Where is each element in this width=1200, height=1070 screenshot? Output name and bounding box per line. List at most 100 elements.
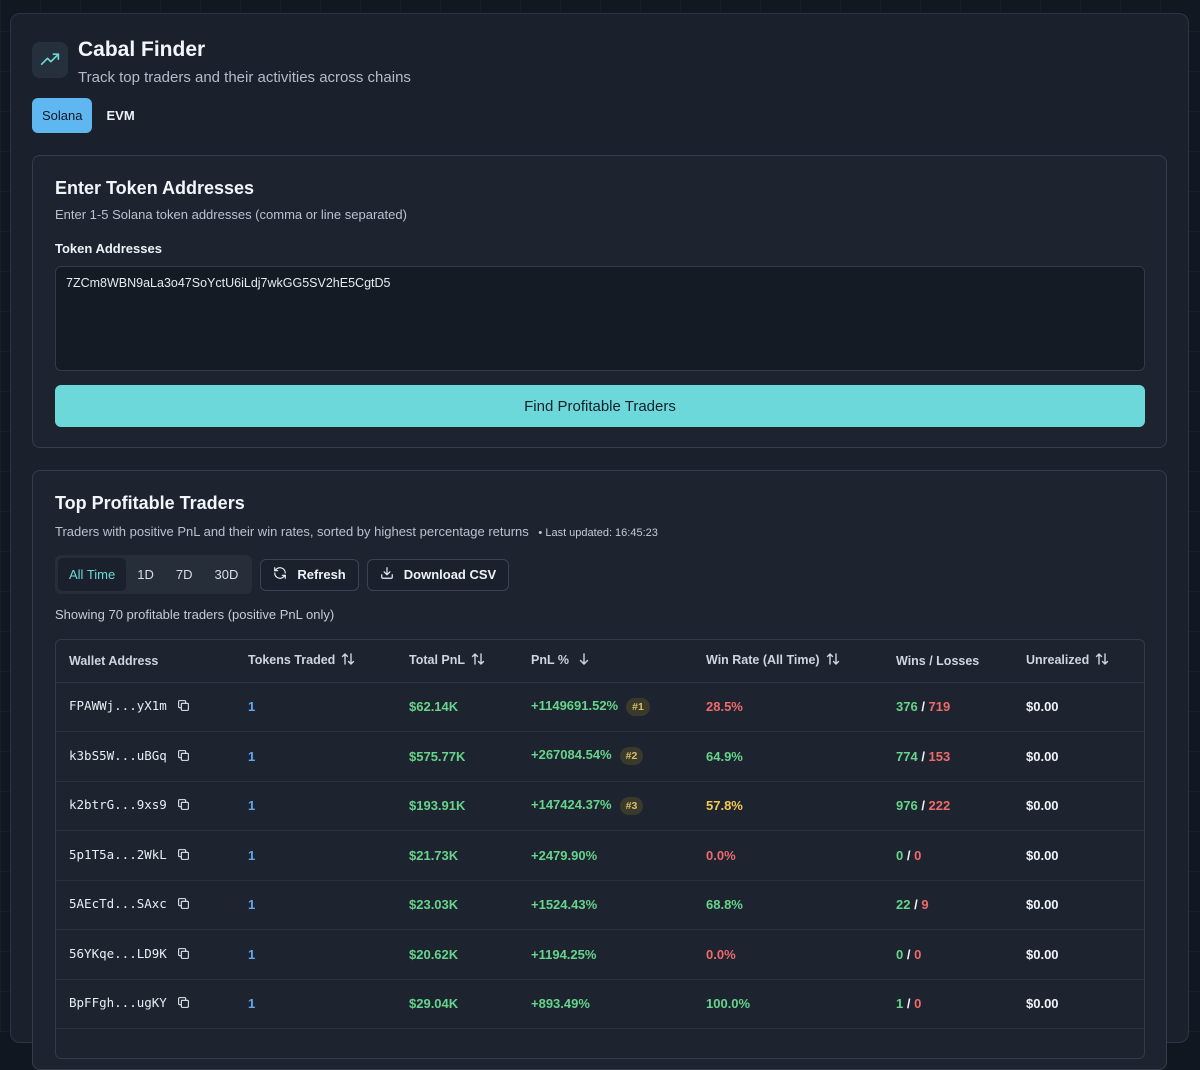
- win-rate: 0.0%: [706, 847, 736, 863]
- tokens-traded[interactable]: 1: [248, 798, 255, 813]
- copy-icon[interactable]: [177, 848, 190, 864]
- wallet-cell: k3bS5W...uBGq: [56, 732, 235, 782]
- token-addresses-label: Token Addresses: [55, 241, 162, 256]
- copy-icon[interactable]: [177, 699, 190, 715]
- copy-icon[interactable]: [177, 947, 190, 963]
- table-row[interactable]: 5p1T5a...2WkL 1 $21.73K +2479.90% 0.0% 0 / 0 $…: [56, 831, 1144, 881]
- input-card-title: Enter Token Addresses: [55, 178, 255, 198]
- unrealized-cell: $0.00: [1013, 781, 1144, 831]
- wallet-address[interactable]: FPAWWj...yX1m: [69, 698, 167, 713]
- unrealized-cell: $0.00: [1013, 979, 1144, 1029]
- unrealized-value: $0.00: [1026, 798, 1059, 814]
- period-tab-30d[interactable]: 30D: [203, 558, 249, 591]
- wallet-address[interactable]: k2btrG...9xs9: [69, 797, 167, 812]
- wallet-address[interactable]: BpFFgh...ugKY: [69, 995, 167, 1010]
- total-pnl: $20.62K: [409, 946, 459, 962]
- table-row[interactable]: k2btrG...9xs9 1 $193.91K +147424.37% #3 57.8%…: [56, 781, 1144, 831]
- wallet-address[interactable]: 5AEcTd...SAxc: [69, 896, 167, 911]
- copy-icon[interactable]: [177, 897, 190, 913]
- pnl-pct-cell: +2479.90%: [518, 831, 693, 881]
- wins-count: 774: [896, 748, 918, 764]
- copy-icon[interactable]: [177, 749, 190, 765]
- column-header-unrealized[interactable]: Unrealized: [1013, 640, 1144, 683]
- win-rate: 0.0%: [706, 946, 736, 962]
- copy-icon[interactable]: [177, 996, 190, 1012]
- refresh-button[interactable]: Refresh: [260, 558, 359, 591]
- unrealized-value: $0.00: [1026, 946, 1059, 962]
- tokens-traded[interactable]: 1: [248, 848, 255, 863]
- tokens-traded[interactable]: 1: [248, 897, 255, 912]
- table-row[interactable]: BpFFgh...ugKY 1 $29.04K +893.49% 100.0% 1 / 0…: [56, 979, 1144, 1029]
- column-header-wallet: Wallet Address: [56, 640, 235, 683]
- pnl-percent: +1194.25%: [531, 946, 597, 962]
- pnl-percent: +267084.54%: [531, 747, 612, 763]
- win-rate-cell: 28.5%: [693, 682, 883, 732]
- chain-tab-evm[interactable]: EVM: [96, 98, 144, 133]
- pnl-pct-cell: +1524.43%: [518, 880, 693, 930]
- results-count: Showing 70 profitable traders (positive …: [55, 607, 335, 622]
- table-row[interactable]: 5AEcTd...SAxc 1 $23.03K +1524.43% 68.8% 22 / …: [56, 880, 1144, 930]
- table-row[interactable]: FPAWWj...yX1m 1 $62.14K +1149691.52% #1 28.5%…: [56, 682, 1144, 732]
- win-rate-cell: 68.8%: [693, 880, 883, 930]
- tokens-traded-cell: 1: [235, 880, 396, 930]
- period-selector: All Time 1D 7D 30D: [55, 555, 253, 594]
- wins-count: 22: [896, 897, 911, 913]
- table-row[interactable]: 56YKqe...LD9K 1 $20.62K +1194.25% 0.0% 0 / 0 $…: [56, 930, 1144, 980]
- unrealized-value: $0.00: [1026, 847, 1059, 863]
- tokens-traded[interactable]: 1: [248, 699, 255, 714]
- column-header-wins-losses: Wins / Losses: [883, 640, 1013, 683]
- losses-count: 9: [921, 897, 929, 913]
- win-rate-cell: 57.8%: [693, 781, 883, 831]
- wallet-cell: BpFFgh...ugKY: [56, 979, 235, 1029]
- wins-losses-cell: 976 / 222: [896, 798, 951, 814]
- rank-badge: #2: [619, 747, 644, 766]
- token-addresses-input[interactable]: 7ZCm8WBN9aLa3o47SoYctU6iLdj7wkGG5SV2hE5C…: [55, 266, 1145, 371]
- period-tab-7d[interactable]: 7D: [165, 558, 204, 591]
- results-description: Traders with positive PnL and their win …: [55, 524, 658, 539]
- find-traders-button[interactable]: Find Profitable Traders: [55, 385, 1145, 427]
- copy-icon[interactable]: [177, 798, 190, 814]
- tokens-traded-cell: 1: [235, 831, 396, 881]
- download-label: Download CSV: [403, 567, 497, 582]
- download-csv-button[interactable]: Download CSV: [366, 558, 510, 591]
- table-row[interactable]: k3bS5W...uBGq 1 $575.77K +267084.54% #2 64.9%…: [56, 732, 1144, 782]
- tokens-traded[interactable]: 1: [248, 947, 255, 962]
- wallet-cell: k2btrG...9xs9: [56, 781, 235, 831]
- column-header-win-rate[interactable]: Win Rate (All Time): [693, 640, 883, 683]
- unrealized-cell: $0.00: [1013, 732, 1144, 782]
- total-pnl: $23.03K: [409, 897, 459, 913]
- period-tab-1d[interactable]: 1D: [126, 558, 165, 591]
- column-header-tokens[interactable]: Tokens Traded: [235, 640, 396, 683]
- tokens-traded[interactable]: 1: [248, 996, 255, 1011]
- app-subtitle: Track top traders and their activities a…: [78, 69, 411, 86]
- unrealized-value: $0.00: [1026, 748, 1059, 764]
- wallet-cell: 5AEcTd...SAxc: [56, 880, 235, 930]
- wallet-address[interactable]: 5p1T5a...2WkL: [69, 847, 167, 862]
- total-pnl-cell: $193.91K: [396, 781, 518, 831]
- win-rate: 100.0%: [706, 996, 751, 1012]
- wallet-cell: 56YKqe...LD9K: [56, 930, 235, 980]
- header: Cabal Finder Track top traders and their…: [32, 37, 411, 86]
- wallet-address[interactable]: 56YKqe...LD9K: [69, 946, 167, 961]
- column-header-total-pnl[interactable]: Total PnL: [396, 640, 518, 683]
- unrealized-value: $0.00: [1026, 897, 1059, 913]
- wallet-cell: 5p1T5a...2WkL: [56, 831, 235, 881]
- sort-icon: [1095, 653, 1109, 668]
- chain-tab-solana[interactable]: Solana: [32, 98, 93, 133]
- wallet-address[interactable]: k3bS5W...uBGq: [69, 748, 167, 763]
- tokens-traded-cell: 1: [235, 682, 396, 732]
- unrealized-value: $0.00: [1026, 996, 1059, 1012]
- tokens-traded[interactable]: 1: [248, 749, 255, 764]
- unrealized-cell: $0.00: [1013, 930, 1144, 980]
- period-tab-all-time[interactable]: All Time: [58, 558, 127, 591]
- total-pnl: $575.77K: [409, 748, 466, 764]
- rank-badge: #3: [619, 796, 644, 815]
- results-controls: All Time 1D 7D 30D Refresh Download CSV: [55, 555, 510, 594]
- download-icon: [380, 566, 394, 583]
- input-card-description: Enter 1-5 Solana token addresses (comma …: [55, 207, 407, 222]
- win-rate: 68.8%: [706, 897, 743, 913]
- losses-count: 153: [928, 748, 951, 764]
- column-header-pnl-pct[interactable]: PnL %: [518, 640, 693, 683]
- refresh-icon: [273, 566, 287, 583]
- total-pnl-cell: $21.73K: [396, 831, 518, 881]
